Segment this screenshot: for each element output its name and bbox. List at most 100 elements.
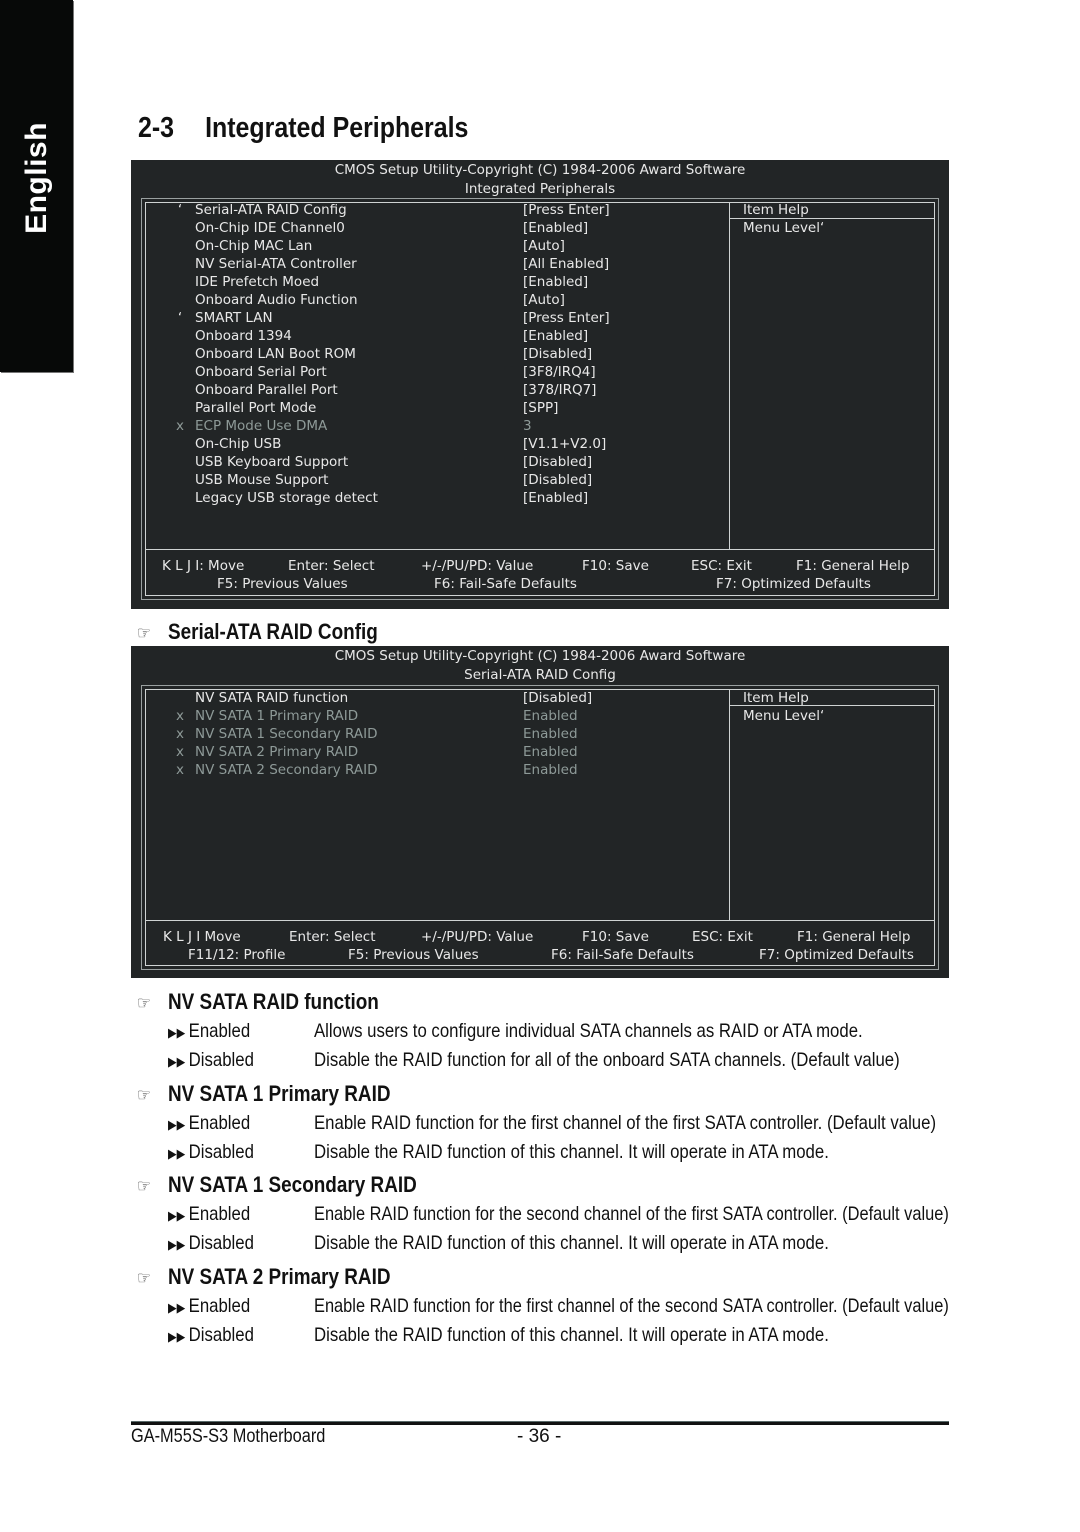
option-description: Disable the RAID function of this channe… (314, 1232, 829, 1254)
bios-item-value: Enabled (523, 744, 578, 760)
language-tab-label: English (19, 122, 53, 234)
bios-item-value[interactable]: [V1.1+V2.0] (523, 435, 606, 453)
key-hint-move: K L J I: Move (162, 558, 245, 574)
bios-frame: NV SATA RAID function [Disabled] x NV SATA … (141, 685, 939, 970)
pointing-hand-icon: ☞ (137, 1176, 151, 1196)
bios-header-title: Serial-ATA RAID Config (464, 667, 616, 683)
bios-item-label: IDE Prefetch Moed (195, 274, 320, 290)
bios-item-value: Enabled (523, 726, 578, 742)
submenu-marker-icon: ‘ (177, 310, 183, 326)
bios-item-label: NV SATA 2 Primary RAID (195, 744, 359, 760)
bios-item-label: NV SATA 1 Primary RAID (195, 708, 359, 724)
key-hint-value: +/-/PU/PD: Value (421, 558, 534, 574)
bios-item-label: Serial-ATA RAID Config (195, 202, 347, 218)
bios-item-value[interactable]: [Auto] (523, 291, 565, 309)
disabled-marker-icon: x (176, 744, 184, 760)
setting-heading: ☞ NV SATA 1 Primary RAID (137, 1081, 391, 1107)
option-name: ▶▶ Disabled (168, 1049, 254, 1072)
key-hint-optimized-defaults: F7: Optimized Defaults (759, 947, 914, 963)
option-name-text: Enabled (188, 1203, 251, 1225)
bios-item-value[interactable]: [Disabled] (523, 453, 592, 471)
bios-item-label: On-Chip MAC Lan (195, 238, 313, 254)
footer-divider (131, 1421, 949, 1425)
section-title: Integrated Peripherals (205, 112, 469, 144)
menu-level-text: Menu Level‘ (743, 708, 825, 724)
bios-item-label: NV Serial-ATA Controller (195, 256, 357, 272)
option-description: Enable RAID function for the second chan… (314, 1203, 949, 1225)
bios-frame: ‘ Serial-ATA RAID Config [Press Enter] On-C… (141, 198, 939, 600)
bios-item-value[interactable]: [Disabled] (523, 471, 592, 489)
option-name: ▶▶ Disabled (168, 1232, 254, 1255)
double-arrow-icon: ▶▶ (168, 1054, 186, 1069)
subsection-heading: ☞ Serial-ATA RAID Config (137, 619, 378, 645)
bios-item-value[interactable]: [Press Enter] (523, 201, 610, 219)
disabled-marker-icon: x (176, 762, 184, 778)
bios-item-value[interactable]: [Press Enter] (523, 309, 610, 327)
double-arrow-icon: ▶▶ (168, 1300, 186, 1315)
setting-heading: ☞ NV SATA 2 Primary RAID (137, 1264, 391, 1290)
bios-item-value[interactable]: [378/IRQ7] (523, 381, 596, 399)
bios-item-label: Legacy USB storage detect (195, 490, 378, 506)
bios-item-value: 3 (523, 418, 532, 434)
bios-inner-frame: ‘ Serial-ATA RAID Config [Press Enter] On-C… (145, 202, 935, 596)
setting-heading-text: NV SATA 1 Primary RAID (167, 1081, 391, 1106)
key-hint-save: F10: Save (582, 929, 649, 945)
option-description: Allows users to configure individual SAT… (314, 1020, 863, 1042)
bios-item-value[interactable]: [SPP] (523, 399, 558, 417)
bios-header-copyright: CMOS Setup Utility-Copyright (C) 1984-20… (334, 648, 746, 664)
option-name-text: Disabled (188, 1324, 254, 1346)
option-name: ▶▶ Enabled (168, 1112, 250, 1135)
bios-item-value[interactable]: [Enabled] (523, 327, 588, 345)
bios-item-label: SMART LAN (195, 310, 273, 326)
section-number: 2-3 (138, 112, 175, 144)
option-name-text: Enabled (188, 1020, 251, 1042)
bios-item-label: USB Mouse Support (195, 472, 329, 488)
bios-item-value[interactable]: [3F8/IRQ4] (523, 363, 596, 381)
key-hint-move: K L J I Move (163, 929, 241, 945)
bios-item-value[interactable]: [Enabled] (523, 489, 588, 507)
key-hint-failsafe-defaults: F6: Fail-Safe Defaults (551, 947, 694, 963)
double-arrow-icon: ▶▶ (168, 1237, 186, 1252)
key-hint-optimized-defaults: F7: Optimized Defaults (716, 576, 871, 592)
subsection-heading-text: Serial-ATA RAID Config (167, 619, 378, 644)
bios-header-title: Integrated Peripherals (464, 181, 616, 197)
item-help-title: Item Help (743, 690, 809, 706)
double-arrow-icon: ▶▶ (168, 1329, 186, 1344)
pointing-hand-icon: ☞ (137, 1085, 151, 1105)
pointing-hand-icon: ☞ (137, 1268, 151, 1288)
bios-item-value[interactable]: [All Enabled] (523, 255, 609, 273)
key-hint-exit: ESC: Exit (692, 929, 753, 945)
bios-item-label: NV SATA RAID function (195, 690, 349, 706)
bios-item-value[interactable]: [Disabled] (523, 689, 592, 707)
option-name: ▶▶ Enabled (168, 1203, 250, 1226)
setting-heading: ☞ NV SATA 1 Secondary RAID (137, 1172, 417, 1198)
menu-level-text: Menu Level‘ (743, 220, 825, 236)
footer-page-number: - 36 - (517, 1426, 562, 1447)
bios-item-value[interactable]: [Enabled] (523, 273, 588, 291)
key-hint-save: F10: Save (582, 558, 649, 574)
pointing-hand-icon: ☞ (137, 623, 151, 643)
bios-item-label: Onboard LAN Boot ROM (195, 346, 356, 362)
bios-item-label: Onboard Serial Port (195, 364, 327, 380)
bios-item-value: Enabled (523, 708, 578, 724)
bios-item-label: Parallel Port Mode (195, 400, 317, 416)
bios-header-copyright: CMOS Setup Utility-Copyright (C) 1984-20… (334, 162, 746, 178)
option-name-text: Disabled (188, 1232, 254, 1254)
bios-screen-integrated-peripherals: CMOS Setup Utility-Copyright (C) 1984-20… (131, 160, 949, 609)
option-description: Disable the RAID function of this channe… (314, 1324, 829, 1346)
bios-item-value[interactable]: [Enabled] (523, 219, 588, 237)
setting-heading-text: NV SATA RAID function (167, 989, 379, 1014)
key-hint-select: Enter: Select (289, 929, 376, 945)
item-help-title: Item Help (743, 202, 809, 218)
bios-item-value[interactable]: [Disabled] (523, 345, 592, 363)
setting-heading-text: NV SATA 2 Primary RAID (167, 1264, 391, 1289)
double-arrow-icon: ▶▶ (168, 1146, 186, 1161)
setting-heading: ☞ NV SATA RAID function (137, 989, 379, 1015)
footer-product-name: GA-M55S-S3 Motherboard (131, 1426, 326, 1447)
bios-item-value[interactable]: [Auto] (523, 237, 565, 255)
key-hint-profile: F11/12: Profile (188, 947, 286, 963)
language-tab: English (0, 0, 73, 372)
setting-heading-text: NV SATA 1 Secondary RAID (167, 1172, 417, 1197)
bios-item-label: On-Chip USB (195, 436, 282, 452)
bios-item-label: NV SATA 2 Secondary RAID (195, 762, 378, 778)
